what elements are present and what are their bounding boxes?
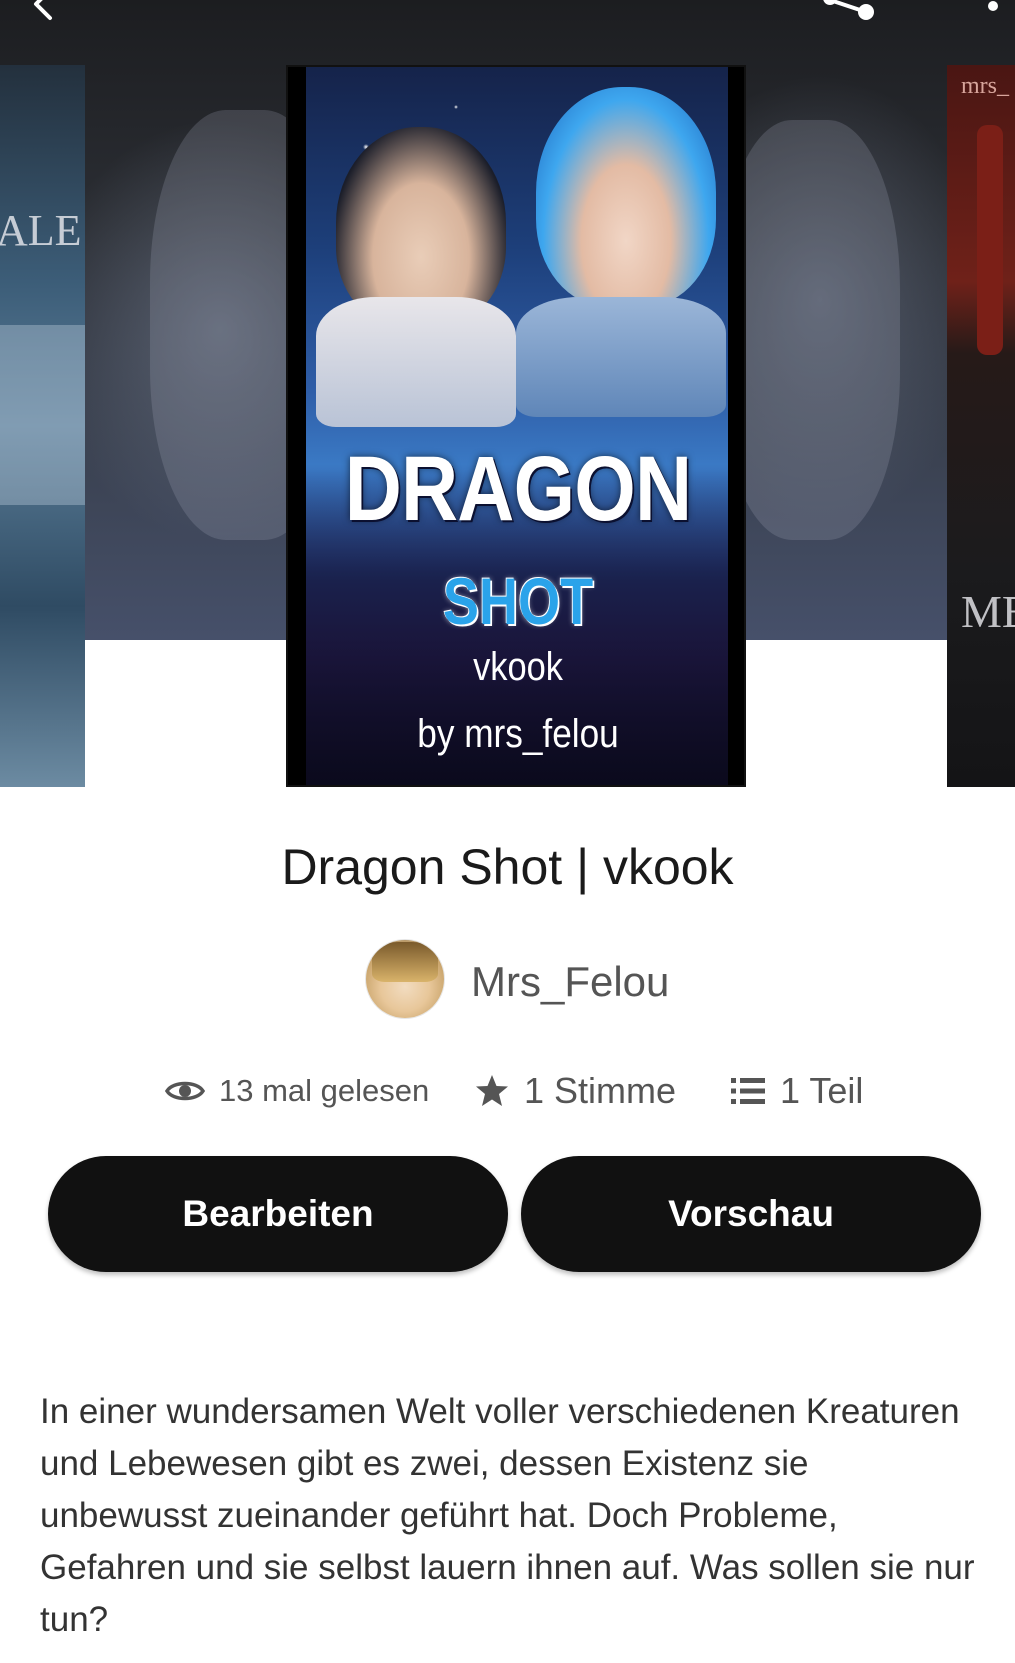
author-name[interactable]: Mrs_Felou bbox=[471, 958, 669, 1006]
cover-figure-clothing bbox=[516, 297, 726, 417]
preview-button[interactable]: Vorschau bbox=[521, 1156, 981, 1272]
side-cover-art bbox=[977, 125, 1003, 355]
hero-blur-shape bbox=[720, 120, 900, 540]
parts-stat: 1 Teil bbox=[730, 1066, 863, 1116]
avatar-hair bbox=[372, 942, 438, 982]
votes-count: 1 Stimme bbox=[524, 1070, 677, 1111]
author-row[interactable]: Mrs_Felou bbox=[0, 940, 1015, 1020]
previous-story-cover[interactable]: ALE bbox=[0, 65, 85, 787]
story-cover[interactable]: DRAGON SHOT vkook by mrs_felou bbox=[286, 65, 746, 787]
cover-tag: vkook bbox=[473, 645, 563, 689]
more-vertical-icon[interactable] bbox=[975, 0, 1015, 26]
cover-subtitle: SHOT bbox=[442, 564, 594, 638]
reads-count: 13 mal gelesen bbox=[219, 1073, 430, 1108]
side-cover-author: mrs_ bbox=[961, 73, 1009, 99]
parts-count: 1 Teil bbox=[780, 1070, 864, 1111]
share-icon[interactable] bbox=[820, 0, 874, 26]
cover-byline: by mrs_felou bbox=[417, 712, 619, 756]
list-icon bbox=[730, 1075, 766, 1107]
reads-stat: 13 mal gelesen bbox=[165, 1066, 429, 1116]
votes-stat: 1 Stimme bbox=[474, 1066, 676, 1116]
story-title: Dragon Shot | vkook bbox=[281, 839, 734, 895]
star-icon bbox=[474, 1073, 510, 1109]
cover-figure-clothing bbox=[316, 297, 516, 427]
side-cover-text: ALE bbox=[0, 206, 82, 255]
top-toolbar bbox=[0, 0, 1015, 40]
story-stats: 13 mal gelesen 1 Stimme 1 Teil bbox=[0, 1066, 1015, 1116]
side-cover-text: ME bbox=[961, 586, 1015, 637]
back-arrow-icon[interactable] bbox=[24, 0, 64, 26]
edit-button[interactable]: Bearbeiten bbox=[48, 1156, 508, 1272]
story-description: In einer wundersamen Welt voller verschi… bbox=[40, 1392, 975, 1639]
author-avatar[interactable] bbox=[366, 940, 444, 1018]
eye-icon bbox=[165, 1076, 205, 1106]
story-details-page: ALE mrs_ ME DRAGON SHOT vkook by mrs_fel… bbox=[0, 0, 1015, 1663]
cover-title: DRAGON bbox=[344, 438, 692, 540]
side-cover-art bbox=[0, 325, 85, 505]
next-story-cover[interactable]: mrs_ ME bbox=[947, 65, 1015, 787]
cover-figure bbox=[536, 87, 716, 307]
